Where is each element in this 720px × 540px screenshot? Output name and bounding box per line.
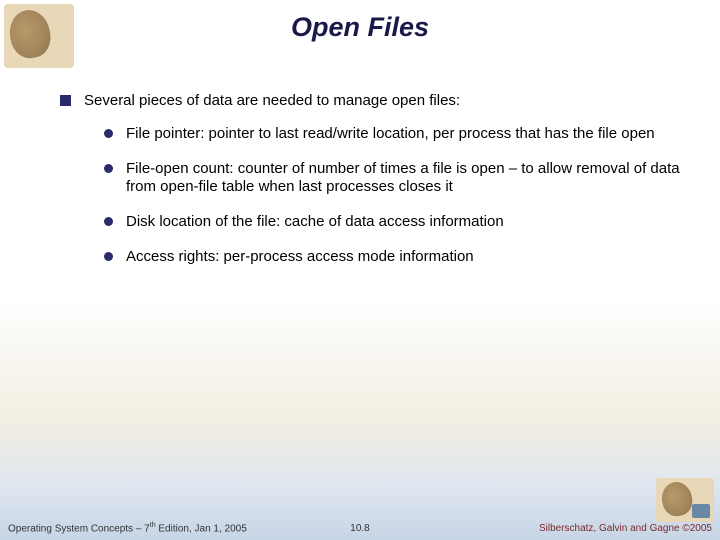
footer-page-number: 10.8 <box>350 523 369 534</box>
bullet-level2-text: Access rights: per-process access mode i… <box>126 248 474 265</box>
bullet-level2-text: Disk location of the file: cache of data… <box>126 213 504 230</box>
slide-content: Several pieces of data are needed to man… <box>60 92 680 283</box>
footer-left-prefix: Operating System Concepts – 7 <box>8 523 150 534</box>
bullet-level2: File-open count: counter of number of ti… <box>104 160 680 198</box>
slide-title: Open Files <box>0 12 720 43</box>
footer-right: Silberschatz, Galvin and Gagne ©2005 <box>539 523 712 534</box>
footer-left-suffix: Edition, Jan 1, 2005 <box>156 523 247 534</box>
bullet-level1-text: Several pieces of data are needed to man… <box>84 92 460 109</box>
bullet-level1: Several pieces of data are needed to man… <box>60 92 680 111</box>
bullet-level2: Disk location of the file: cache of data… <box>104 213 680 232</box>
bullet-level2: File pointer: pointer to last read/write… <box>104 125 680 144</box>
bullet-level2: Access rights: per-process access mode i… <box>104 248 680 267</box>
footer-left: Operating System Concepts – 7th Edition,… <box>8 522 247 534</box>
bullet-level2-group: File pointer: pointer to last read/write… <box>104 125 680 267</box>
slide: Open Files Several pieces of data are ne… <box>0 0 720 540</box>
bullet-level2-text: File pointer: pointer to last read/write… <box>126 125 655 142</box>
footer: Operating System Concepts – 7th Edition,… <box>0 518 720 534</box>
dinosaur-logo-bottom-icon <box>656 478 714 522</box>
bullet-level2-text: File-open count: counter of number of ti… <box>126 160 680 196</box>
